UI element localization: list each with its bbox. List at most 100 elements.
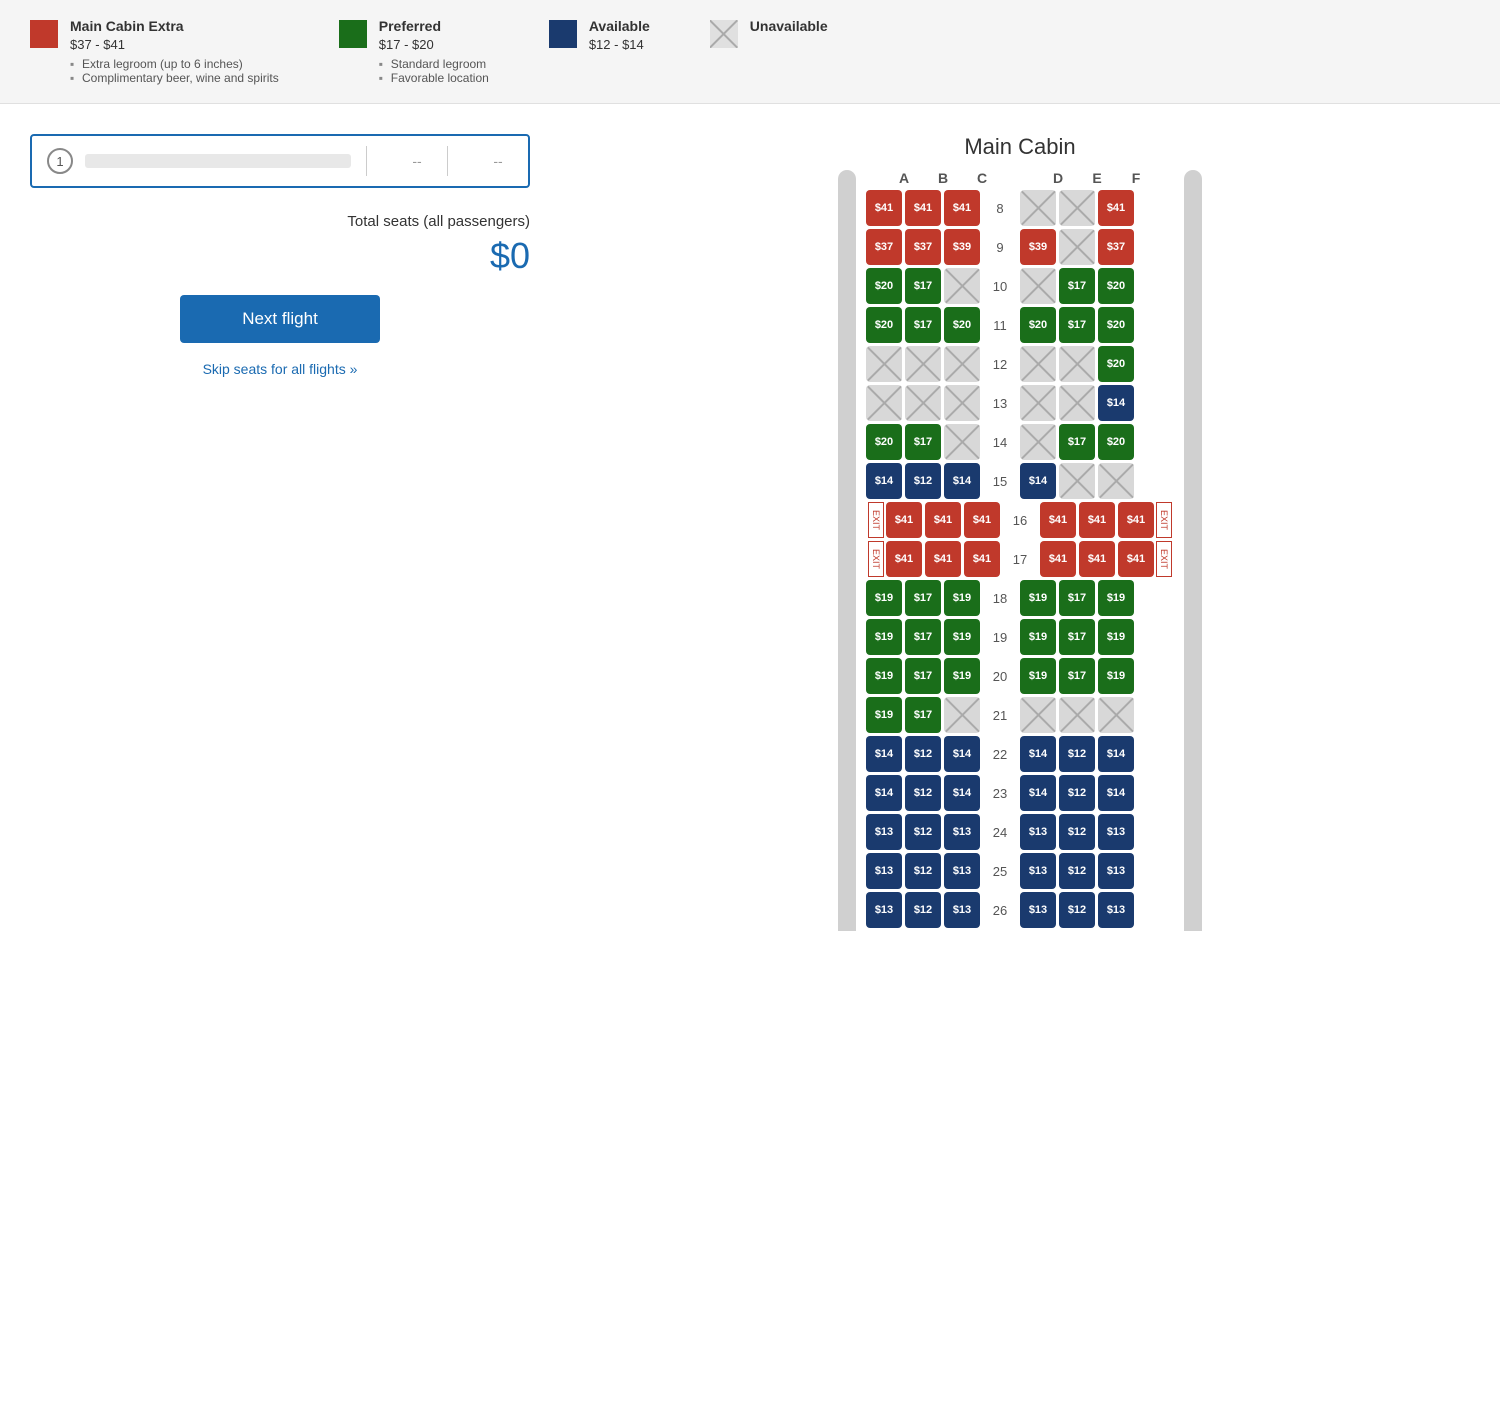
seat-13-F[interactable]: $14 xyxy=(1098,385,1134,421)
seat-17-A[interactable]: $41 xyxy=(886,541,922,577)
seat-22-D[interactable]: $14 xyxy=(1020,736,1056,772)
exit-label-right-17: EXIT xyxy=(1156,541,1172,577)
seat-26-C[interactable]: $13 xyxy=(944,892,980,928)
seat-26-F[interactable]: $13 xyxy=(1098,892,1134,928)
legend-feature: Favorable location xyxy=(379,71,489,85)
seat-11-B[interactable]: $17 xyxy=(905,307,941,343)
seat-11-E[interactable]: $17 xyxy=(1059,307,1095,343)
seat-15-D[interactable]: $14 xyxy=(1020,463,1056,499)
seat-25-F[interactable]: $13 xyxy=(1098,853,1134,889)
seat-9-B[interactable]: $37 xyxy=(905,229,941,265)
seat-11-F[interactable]: $20 xyxy=(1098,307,1134,343)
seat-11-D[interactable]: $20 xyxy=(1020,307,1056,343)
seat-15-C[interactable]: $14 xyxy=(944,463,980,499)
seat-17-C[interactable]: $41 xyxy=(964,541,1000,577)
seat-26-B[interactable]: $12 xyxy=(905,892,941,928)
seat-25-D[interactable]: $13 xyxy=(1020,853,1056,889)
seat-16-A[interactable]: $41 xyxy=(886,502,922,538)
seat-9-A[interactable]: $37 xyxy=(866,229,902,265)
seat-25-B[interactable]: $12 xyxy=(905,853,941,889)
seat-10-E[interactable]: $17 xyxy=(1059,268,1095,304)
main-content: 1 -- -- Total seats (all passengers) $0 … xyxy=(0,104,1500,961)
seat-20-E[interactable]: $17 xyxy=(1059,658,1095,694)
seat-16-C[interactable]: $41 xyxy=(964,502,1000,538)
seat-16-E[interactable]: $41 xyxy=(1079,502,1115,538)
seat-row-16: EXIT$41$41$4116$41$41$41EXIT xyxy=(866,502,1174,538)
seat-18-A[interactable]: $19 xyxy=(866,580,902,616)
seat-23-A[interactable]: $14 xyxy=(866,775,902,811)
seat-18-B[interactable]: $17 xyxy=(905,580,941,616)
seat-10-A[interactable]: $20 xyxy=(866,268,902,304)
seat-26-D[interactable]: $13 xyxy=(1020,892,1056,928)
seat-20-D[interactable]: $19 xyxy=(1020,658,1056,694)
seat-17-B[interactable]: $41 xyxy=(925,541,961,577)
col-B: B xyxy=(925,170,961,186)
seat-19-F[interactable]: $19 xyxy=(1098,619,1134,655)
seat-19-B[interactable]: $17 xyxy=(905,619,941,655)
seat-16-D[interactable]: $41 xyxy=(1040,502,1076,538)
seat-25-A[interactable]: $13 xyxy=(866,853,902,889)
seat-18-D[interactable]: $19 xyxy=(1020,580,1056,616)
seat-23-D[interactable]: $14 xyxy=(1020,775,1056,811)
next-flight-button[interactable]: Next flight xyxy=(180,295,380,343)
seat-20-F[interactable]: $19 xyxy=(1098,658,1134,694)
seat-26-A[interactable]: $13 xyxy=(866,892,902,928)
seat-8-A[interactable]: $41 xyxy=(866,190,902,226)
seat-26-E[interactable]: $12 xyxy=(1059,892,1095,928)
seat-24-E[interactable]: $12 xyxy=(1059,814,1095,850)
seat-10-B[interactable]: $17 xyxy=(905,268,941,304)
seat-22-B[interactable]: $12 xyxy=(905,736,941,772)
seat-14-B[interactable]: $17 xyxy=(905,424,941,460)
seat-20-C[interactable]: $19 xyxy=(944,658,980,694)
seat-18-E[interactable]: $17 xyxy=(1059,580,1095,616)
seat-23-B[interactable]: $12 xyxy=(905,775,941,811)
seat-25-E[interactable]: $12 xyxy=(1059,853,1095,889)
seat-9-D[interactable]: $39 xyxy=(1020,229,1056,265)
seat-13-A xyxy=(866,385,902,421)
seat-19-C[interactable]: $19 xyxy=(944,619,980,655)
seat-24-D[interactable]: $13 xyxy=(1020,814,1056,850)
seat-22-C[interactable]: $14 xyxy=(944,736,980,772)
seat-17-E[interactable]: $41 xyxy=(1079,541,1115,577)
seat-23-C[interactable]: $14 xyxy=(944,775,980,811)
seat-24-C[interactable]: $13 xyxy=(944,814,980,850)
seat-21-B[interactable]: $17 xyxy=(905,697,941,733)
seat-20-A[interactable]: $19 xyxy=(866,658,902,694)
seat-17-D[interactable]: $41 xyxy=(1040,541,1076,577)
seat-23-F[interactable]: $14 xyxy=(1098,775,1134,811)
seat-9-C[interactable]: $39 xyxy=(944,229,980,265)
seat-9-F[interactable]: $37 xyxy=(1098,229,1134,265)
seat-19-D[interactable]: $19 xyxy=(1020,619,1056,655)
seat-11-C[interactable]: $20 xyxy=(944,307,980,343)
seat-10-F[interactable]: $20 xyxy=(1098,268,1134,304)
seat-22-F[interactable]: $14 xyxy=(1098,736,1134,772)
seat-11-A[interactable]: $20 xyxy=(866,307,902,343)
seat-8-F[interactable]: $41 xyxy=(1098,190,1134,226)
seat-24-B[interactable]: $12 xyxy=(905,814,941,850)
seat-16-F[interactable]: $41 xyxy=(1118,502,1154,538)
seat-15-B[interactable]: $12 xyxy=(905,463,941,499)
seat-19-A[interactable]: $19 xyxy=(866,619,902,655)
seat-22-A[interactable]: $14 xyxy=(866,736,902,772)
seat-24-F[interactable]: $13 xyxy=(1098,814,1134,850)
seat-22-E[interactable]: $12 xyxy=(1059,736,1095,772)
seat-20-B[interactable]: $17 xyxy=(905,658,941,694)
seat-8-B[interactable]: $41 xyxy=(905,190,941,226)
seat-14-E[interactable]: $17 xyxy=(1059,424,1095,460)
seat-16-B[interactable]: $41 xyxy=(925,502,961,538)
seat-18-C[interactable]: $19 xyxy=(944,580,980,616)
seat-21-A[interactable]: $19 xyxy=(866,697,902,733)
seat-14-A[interactable]: $20 xyxy=(866,424,902,460)
legend-price-available: $12 - $14 xyxy=(589,37,650,52)
seat-17-F[interactable]: $41 xyxy=(1118,541,1154,577)
seat-18-F[interactable]: $19 xyxy=(1098,580,1134,616)
seat-12-F[interactable]: $20 xyxy=(1098,346,1134,382)
skip-seats-link[interactable]: Skip seats for all flights » xyxy=(30,361,530,377)
seat-19-E[interactable]: $17 xyxy=(1059,619,1095,655)
seat-23-E[interactable]: $12 xyxy=(1059,775,1095,811)
seat-8-C[interactable]: $41 xyxy=(944,190,980,226)
seat-24-A[interactable]: $13 xyxy=(866,814,902,850)
seat-14-F[interactable]: $20 xyxy=(1098,424,1134,460)
seat-15-A[interactable]: $14 xyxy=(866,463,902,499)
seat-25-C[interactable]: $13 xyxy=(944,853,980,889)
